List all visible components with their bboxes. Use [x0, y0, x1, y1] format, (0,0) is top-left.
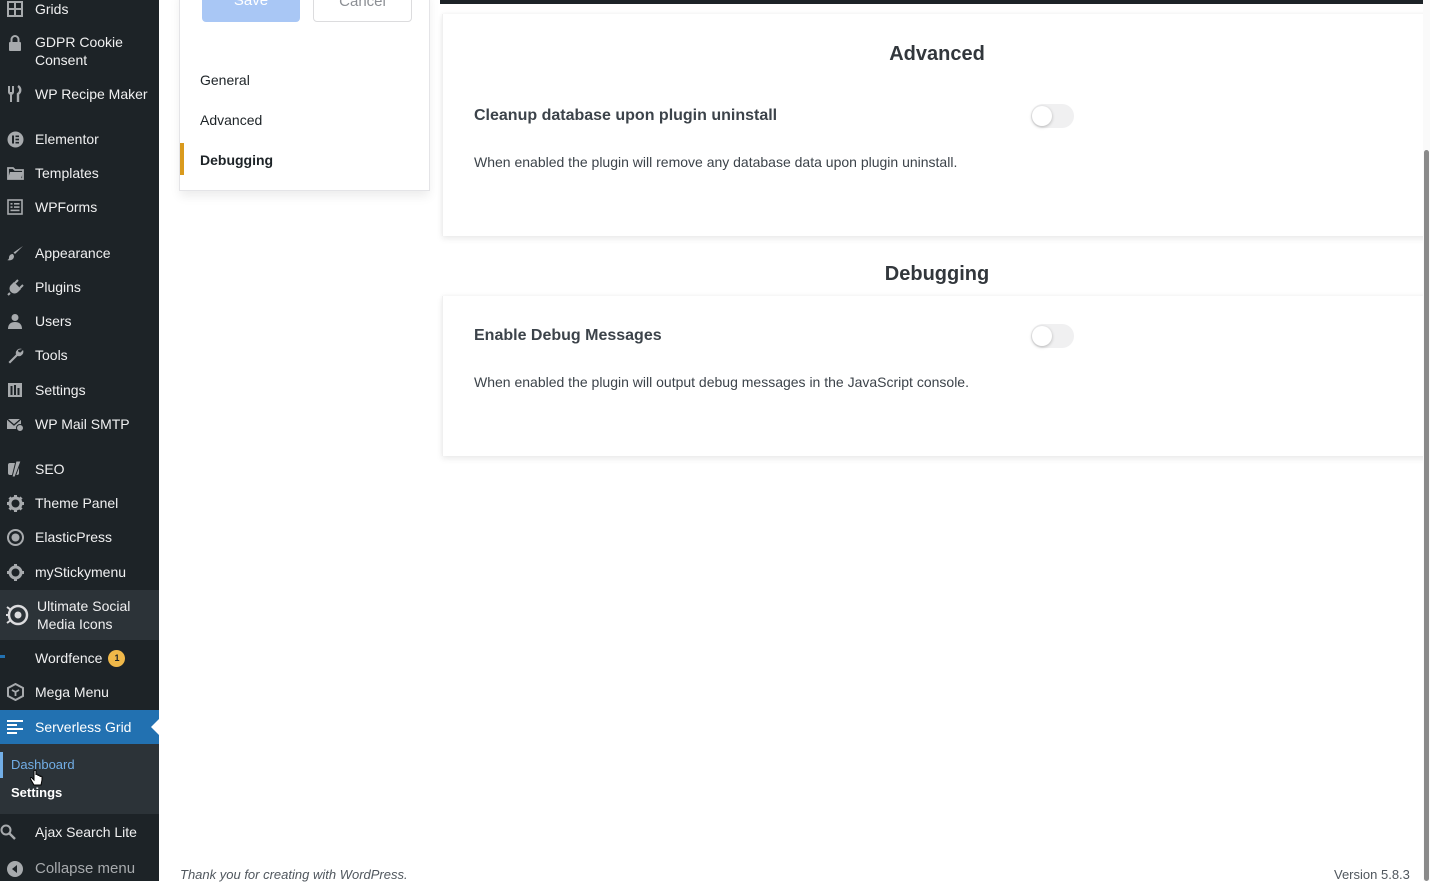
- menu-item-theme-panel[interactable]: Theme Panel: [0, 493, 159, 513]
- debug-messages-toggle[interactable]: [1031, 324, 1074, 348]
- menu-item-wpforms[interactable]: WPForms: [0, 197, 159, 217]
- settings-icon: [0, 382, 30, 398]
- menu-label: GDPR Cookie Consent: [35, 34, 123, 68]
- update-count-badge: 1: [108, 650, 126, 668]
- menu-label: Appearance: [35, 245, 111, 261]
- menu-label: Plugins: [35, 279, 81, 295]
- menu-label: WP Mail SMTP: [35, 416, 130, 432]
- save-button[interactable]: Save: [202, 0, 300, 22]
- mouse-pointer-icon: [30, 770, 43, 786]
- menu-item-grids[interactable]: Grids: [0, 0, 159, 19]
- menu-item-wp-recipe-maker[interactable]: WP Recipe Maker: [0, 84, 159, 104]
- form-icon: [0, 199, 30, 215]
- paintbrush-icon: [0, 245, 30, 262]
- serverless-grid-submenu: Dashboard Settings: [0, 744, 159, 814]
- settings-nav-debugging[interactable]: Debugging: [200, 152, 273, 168]
- menu-item-seo[interactable]: SEO: [0, 459, 159, 479]
- menu-label: Users: [35, 313, 72, 329]
- menu-label: myStickymenu: [35, 564, 127, 580]
- folder-icon: [0, 166, 30, 180]
- mail-icon: [0, 417, 30, 432]
- gear-icon: [0, 494, 30, 512]
- menu-label: Serverless Grid: [35, 719, 132, 735]
- advanced-section-heading: Advanced: [889, 43, 985, 65]
- menu-label: Wordfence 1: [35, 649, 126, 668]
- menu-label: Settings: [35, 382, 86, 398]
- megamenu-icon: [0, 683, 30, 701]
- grid-icon: [0, 1, 30, 17]
- collapse-menu-button[interactable]: Collapse menu: [0, 859, 159, 879]
- menu-item-ultimate-social-media-icons[interactable]: Ultimate Social Media Icons: [0, 590, 159, 640]
- gear-icon: [0, 563, 30, 581]
- menu-label: Ajax Search Lite: [35, 824, 137, 840]
- menu-item-settings[interactable]: Settings: [0, 380, 159, 400]
- menu-item-elementor[interactable]: Elementor: [0, 129, 159, 149]
- menu-item-mystickymenu[interactable]: myStickymenu: [0, 562, 159, 582]
- settings-nav-general[interactable]: General: [200, 72, 250, 88]
- menu-label: Ultimate Social Media Icons: [37, 598, 131, 632]
- debug-messages-setting-description: When enabled the plugin will output debu…: [474, 374, 969, 390]
- menu-item-serverless-grid[interactable]: Serverless Grid: [0, 710, 159, 744]
- lock-icon: [0, 35, 30, 51]
- cleanup-setting-description: When enabled the plugin will remove any …: [474, 154, 958, 170]
- cleanup-setting-title: Cleanup database upon plugin uninstall: [474, 107, 778, 124]
- plug-icon: [0, 278, 30, 296]
- menu-label: WP Recipe Maker: [35, 86, 148, 102]
- search-icon: [0, 824, 30, 840]
- yoast-icon: [0, 460, 30, 478]
- utensils-icon: [0, 85, 30, 103]
- top-divider: [440, 0, 1430, 4]
- debug-messages-setting-title: Enable Debug Messages: [474, 327, 662, 344]
- menu-label: ElasticPress: [35, 529, 113, 545]
- debugging-section-heading: Debugging: [884, 263, 990, 285]
- active-indicator-arrow: [151, 719, 159, 735]
- menu-label: Elementor: [35, 131, 99, 147]
- menu-item-tools[interactable]: Tools: [0, 345, 159, 365]
- menu-item-wordfence[interactable]: Wordfence 1: [0, 648, 159, 668]
- menu-label: Tools: [35, 347, 68, 363]
- cleanup-database-toggle[interactable]: [1031, 104, 1074, 128]
- collapse-icon: [0, 860, 30, 878]
- menu-item-elasticpress[interactable]: ElasticPress: [0, 527, 159, 547]
- toggle-knob: [1032, 106, 1052, 126]
- nav-current-indicator: [180, 143, 184, 175]
- user-icon: [0, 313, 30, 329]
- menu-label: Templates: [35, 165, 99, 181]
- elementor-icon: [0, 131, 30, 148]
- footer-thanks: Thank you for creating with WordPress.: [180, 867, 408, 882]
- menu-label: Grids: [35, 1, 69, 17]
- menu-item-gdpr[interactable]: GDPR Cookie Consent: [0, 33, 159, 69]
- footer-version: Version 5.8.3: [1334, 867, 1410, 882]
- menu-item-mega-menu[interactable]: Mega Menu: [0, 682, 159, 702]
- menu-item-plugins[interactable]: Plugins: [0, 277, 159, 297]
- menu-label: SEO: [35, 461, 65, 477]
- menu-item-wp-mail-smtp[interactable]: WP Mail SMTP: [0, 414, 159, 434]
- wrench-icon: [0, 347, 30, 364]
- menu-item-users[interactable]: Users: [0, 311, 159, 331]
- menu-item-appearance[interactable]: Appearance: [0, 243, 159, 263]
- menu-label: Theme Panel: [35, 495, 119, 511]
- wordfence-icon: [0, 655, 30, 661]
- submenu-current-bar: [0, 752, 3, 778]
- toggle-knob: [1032, 326, 1052, 346]
- settings-nav-advanced[interactable]: Advanced: [200, 112, 262, 128]
- cancel-button[interactable]: Cancel: [313, 0, 412, 22]
- menu-item-templates[interactable]: Templates: [0, 163, 159, 183]
- list-icon: [0, 720, 30, 734]
- social-icon: [2, 603, 32, 627]
- menu-item-ajax-search-lite[interactable]: Ajax Search Lite: [0, 822, 159, 842]
- menu-label: Mega Menu: [35, 684, 109, 700]
- scrollbar-thumb[interactable]: [1424, 150, 1429, 881]
- menu-label: Collapse menu: [35, 860, 136, 877]
- elasticpress-icon: [0, 528, 30, 546]
- menu-label: WPForms: [35, 199, 98, 215]
- admin-sidebar: Grids GDPR Cookie Consent WP Recipe Make…: [0, 0, 159, 881]
